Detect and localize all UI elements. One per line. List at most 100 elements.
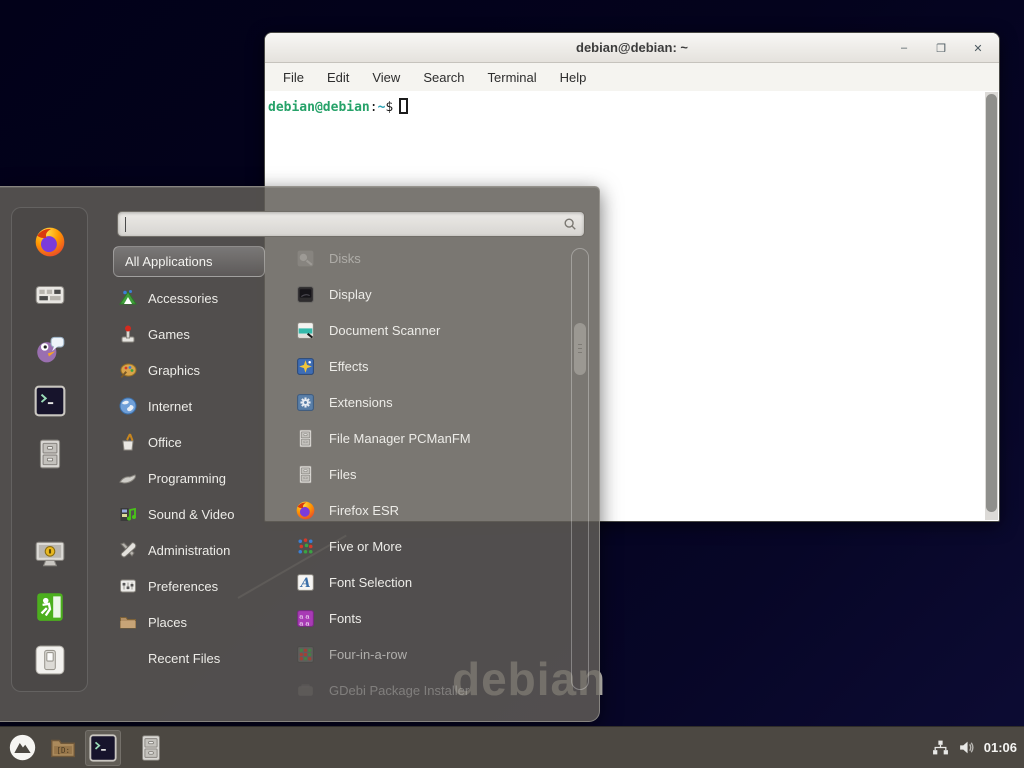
internet-icon [118,396,138,416]
fonts-icon: a aa a [295,608,316,629]
display-icon [295,284,316,305]
favorite-pidgin[interactable] [33,331,67,365]
close-button[interactable]: ✕ [971,41,985,55]
maximize-button[interactable]: ❐ [934,41,948,55]
app-display[interactable]: Display [281,276,571,312]
favorite-shutdown[interactable] [33,643,67,677]
app-effects[interactable]: Effects [281,348,571,384]
category-accessories[interactable]: Accessories [113,280,279,316]
network-icon [932,739,949,756]
terminal-window-icon [277,41,290,54]
menu-scrollbar-thumb[interactable] [574,323,586,375]
favorite-control-center[interactable] [33,278,67,312]
office-icon [118,432,138,452]
firefox-icon [33,225,67,259]
app-four-in-a-row[interactable]: Four-in-a-row [281,636,571,672]
extensions-icon [295,392,316,413]
taskbar-panel: [D: 01:06 [0,726,1024,768]
category-sound-video[interactable]: Sound & Video [113,496,279,532]
folder-icon: [D: [48,733,78,763]
lock-screen-icon [33,537,67,571]
menu-search[interactable]: Search [423,70,464,85]
app-label: Display [329,287,372,302]
app-font-selection[interactable]: A Font Selection [281,564,571,600]
pidgin-icon [33,331,67,365]
app-label: Disks [329,251,361,266]
menu-logo-icon [8,733,38,763]
terminal-scrollbar-thumb[interactable] [986,94,997,512]
app-label: Font Selection [329,575,412,590]
search-input[interactable] [117,211,585,237]
app-label: Firefox ESR [329,503,399,518]
shutdown-icon [33,643,67,677]
category-label: Places [148,615,187,630]
disks-icon [295,248,316,269]
category-label: Recent Files [148,651,220,666]
prompt-symbol: $ [385,100,393,115]
panel-launcher-menu[interactable] [5,730,41,766]
prompt-separator: : [370,100,378,115]
category-graphics[interactable]: Graphics [113,352,279,388]
five-or-more-icon [295,536,316,557]
category-internet[interactable]: Internet [113,388,279,424]
four-in-a-row-icon [295,644,316,665]
preferences-icon [118,576,138,596]
terminal-titlebar[interactable]: debian@debian: ~ – ❐ ✕ [265,33,999,63]
category-programming[interactable]: Programming [113,460,279,496]
category-label: Internet [148,399,192,414]
tray-volume[interactable] [958,739,975,756]
category-label: Accessories [148,291,218,306]
volume-icon [958,739,975,756]
terminal-scrollbar[interactable] [985,92,998,520]
administration-icon [118,540,138,560]
favorite-terminal[interactable] [33,384,67,418]
menu-terminal[interactable]: Terminal [488,70,537,85]
category-administration[interactable]: Administration [113,532,279,568]
menu-file[interactable]: File [283,70,304,85]
app-firefox-esr[interactable]: Firefox ESR [281,492,571,528]
sound-video-icon [118,504,138,524]
minimize-button[interactable]: – [897,41,911,55]
app-gdebi-package-installer[interactable]: GDebi Package Installer [281,672,571,708]
category-preferences[interactable]: Preferences [113,568,279,604]
panel-launcher-terminal[interactable] [85,730,121,766]
terminal-icon [88,733,118,763]
favorite-lock-screen[interactable] [33,537,67,571]
menu-scrollbar[interactable] [571,248,589,690]
app-five-or-more[interactable]: Five or More [281,528,571,564]
tray-network[interactable] [932,739,949,756]
panel-launcher-files[interactable] [133,730,169,766]
menu-view[interactable]: View [372,70,400,85]
panel-launcher-file-manager[interactable]: [D: [45,730,81,766]
category-recent-files[interactable]: Recent Files [113,640,279,676]
terminal-menubar: File Edit View Search Terminal Help [265,63,999,91]
category-label: Games [148,327,190,342]
category-label: Programming [148,471,226,486]
font-selection-icon: A [295,572,316,593]
category-office[interactable]: Office [113,424,279,460]
menu-edit[interactable]: Edit [327,70,349,85]
app-document-scanner[interactable]: Document Scanner [281,312,571,348]
games-icon [118,324,138,344]
app-files[interactable]: Files [281,456,571,492]
category-label: Graphics [148,363,200,378]
app-extensions[interactable]: Extensions [281,384,571,420]
file-cabinet-icon [295,428,316,449]
window-controls: – ❐ ✕ [897,33,985,63]
category-places[interactable]: Places [113,604,279,640]
favorite-log-out[interactable] [33,590,67,624]
menu-help[interactable]: Help [560,70,587,85]
category-label: Preferences [148,579,218,594]
favorite-firefox[interactable] [33,225,67,259]
app-fonts[interactable]: a aa aFonts [281,600,571,636]
category-all-applications[interactable]: All Applications [113,246,265,277]
category-games[interactable]: Games [113,316,279,352]
app-label: Five or More [329,539,402,554]
svg-text:[D:: [D: [56,746,70,755]
app-label: File Manager PCManFM [329,431,471,446]
favorite-file-manager[interactable] [33,437,67,471]
clock[interactable]: 01:06 [984,740,1017,755]
app-file-manager-pcmanfm[interactable]: File Manager PCManFM [281,420,571,456]
app-disks[interactable]: Disks [281,240,571,276]
app-label: Effects [329,359,369,374]
